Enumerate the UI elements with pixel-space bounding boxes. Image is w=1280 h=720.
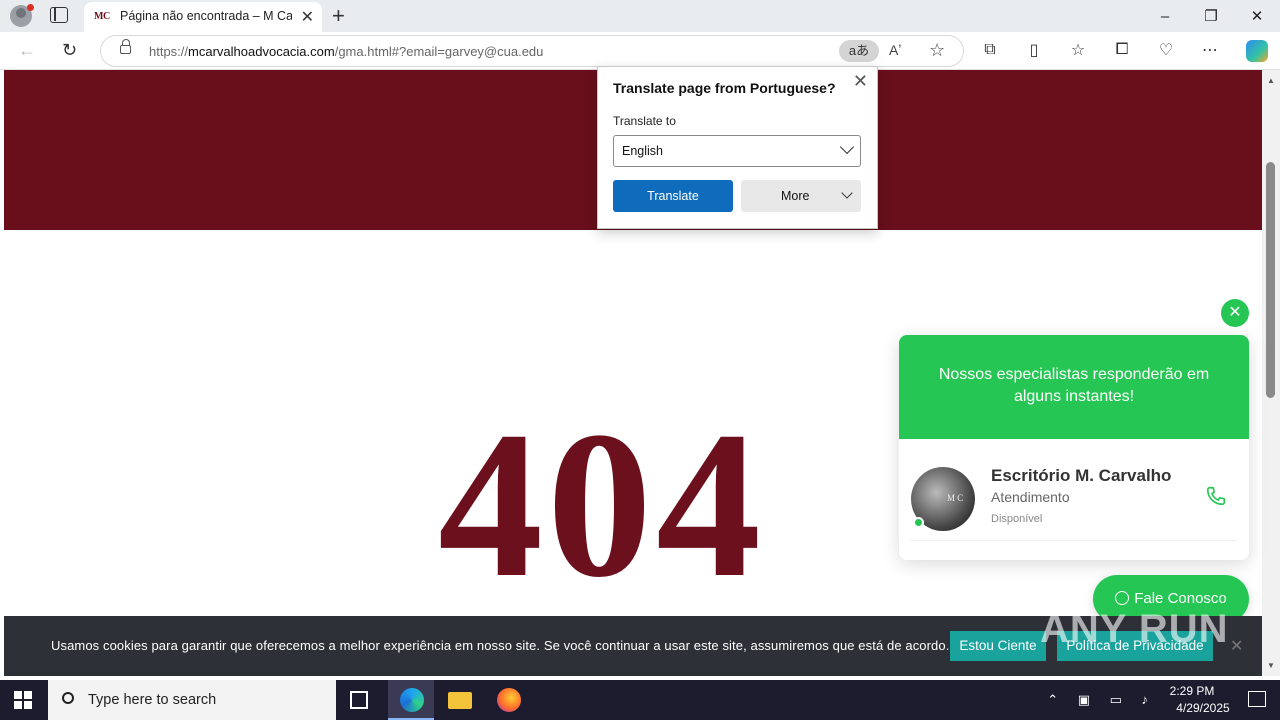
chat-close-button[interactable]: ✕ <box>1221 299 1249 327</box>
extensions-icon[interactable]: ⧉ <box>980 40 1000 60</box>
task-view-icon[interactable] <box>350 691 368 709</box>
clock-time[interactable]: 2:29 PM <box>1162 684 1222 698</box>
more-button[interactable]: More <box>741 180 861 212</box>
favorite-star-icon[interactable]: ☆ <box>929 40 945 61</box>
toolbar-icons: ⧉ ▯ ☆ ⧠ ♡ ⋯ <box>980 40 1220 60</box>
window-controls: – ❐ ✕ <box>1142 0 1280 32</box>
firefox-icon[interactable] <box>497 688 521 712</box>
chat-header: Nossos especialistas responderão em algu… <box>899 335 1249 439</box>
watermark-logo: ANY RUN <box>1040 607 1229 651</box>
tab-strip: MC Página não encontrada – M Carvalho Ad… <box>0 0 1280 32</box>
translate-icon[interactable]: aあ <box>839 40 879 62</box>
tab-close-icon[interactable]: ✕ <box>301 7 314 27</box>
active-tab[interactable]: MC Página não encontrada – M Carvalho Ad… <box>84 2 322 32</box>
more-button-label: More <box>781 189 810 203</box>
phone-icon[interactable] <box>1205 485 1227 507</box>
notification-icon[interactable] <box>1248 691 1266 707</box>
profile-notification-dot <box>27 4 34 11</box>
restore-button[interactable]: ❐ <box>1188 0 1234 32</box>
translate-to-label: Translate to <box>613 114 676 128</box>
read-aloud-icon[interactable]: Aʼ <box>889 42 901 58</box>
translate-popup-title: Translate page from Portuguese? <box>613 80 836 96</box>
site-favicon-icon: MC <box>94 11 110 22</box>
close-icon[interactable]: ✕ <box>1230 636 1243 656</box>
chevron-down-icon <box>841 187 853 199</box>
minimize-button[interactable]: – <box>1142 0 1188 32</box>
agent-role: Atendimento <box>991 489 1070 505</box>
accept-cookies-button[interactable]: Estou Ciente <box>950 631 1046 661</box>
avatar-monogram: M C <box>947 493 964 503</box>
tray-icons[interactable]: ⌃ ▣ ▭ ♪ <box>1047 692 1156 708</box>
agent-status: Disponível <box>991 513 1043 525</box>
reload-icon[interactable]: ↻ <box>62 40 77 61</box>
agent-name[interactable]: Escritório M. Carvalho <box>991 466 1171 486</box>
selected-language: English <box>622 144 663 158</box>
address-bar[interactable]: https://mcarvalhoadvocacia.com/gma.html#… <box>100 35 964 67</box>
whatsapp-icon <box>1115 591 1130 605</box>
url-text[interactable]: https://mcarvalhoadvocacia.com/gma.html#… <box>149 44 543 59</box>
edge-icon <box>400 688 424 712</box>
error-code: 404 <box>438 389 765 621</box>
search-placeholder: Type here to search <box>88 692 217 708</box>
split-screen-icon[interactable]: ▯ <box>1024 40 1044 60</box>
cookie-message: Usamos cookies para garantir que oferece… <box>51 638 950 653</box>
copilot-icon[interactable] <box>1246 40 1268 62</box>
chat-widget: Nossos especialistas responderão em algu… <box>899 335 1249 560</box>
tab-title: Página não encontrada – M Carvalho Advoc… <box>120 9 292 23</box>
windows-start-icon[interactable] <box>14 691 32 709</box>
edge-taskbar-button[interactable] <box>388 680 434 720</box>
clock-date[interactable]: 4/29/2025 <box>1168 701 1238 715</box>
scrollbar-thumb[interactable] <box>1266 162 1275 398</box>
contact-button-label: Fale Conosco <box>1134 590 1227 607</box>
close-window-button[interactable]: ✕ <box>1234 0 1280 32</box>
search-icon <box>62 692 74 704</box>
collections-icon[interactable]: ⧠ <box>1112 40 1132 60</box>
scroll-down-icon[interactable]: ▼ <box>1267 661 1275 670</box>
taskbar: Type here to search ⌃ ▣ ▭ ♪ 2:29 PM 4/29… <box>0 680 1280 720</box>
divider <box>911 540 1237 541</box>
translate-button[interactable]: Translate <box>613 180 733 212</box>
language-select[interactable]: English <box>613 135 861 167</box>
chevron-down-icon <box>839 139 855 155</box>
lock-icon[interactable] <box>120 39 131 54</box>
tab-actions-icon[interactable] <box>50 7 68 23</box>
browser-essentials-icon[interactable]: ♡ <box>1156 40 1176 60</box>
back-icon[interactable]: ← <box>18 40 36 61</box>
file-explorer-icon[interactable] <box>448 692 472 709</box>
translate-popup: Translate page from Portuguese? ✕ Transl… <box>597 66 878 229</box>
scroll-up-icon[interactable]: ▲ <box>1267 76 1275 85</box>
taskbar-search[interactable]: Type here to search <box>48 680 336 720</box>
new-tab-icon[interactable]: + <box>332 3 345 29</box>
settings-more-icon[interactable]: ⋯ <box>1200 40 1220 60</box>
online-status-dot <box>913 517 924 528</box>
close-icon[interactable]: ✕ <box>853 71 868 92</box>
browser-toolbar: ← ↻ https://mcarvalhoadvocacia.com/gma.h… <box>0 32 1280 70</box>
favorites-icon[interactable]: ☆ <box>1068 40 1088 60</box>
page-scrollbar[interactable]: ▲ ▼ <box>1262 70 1280 676</box>
